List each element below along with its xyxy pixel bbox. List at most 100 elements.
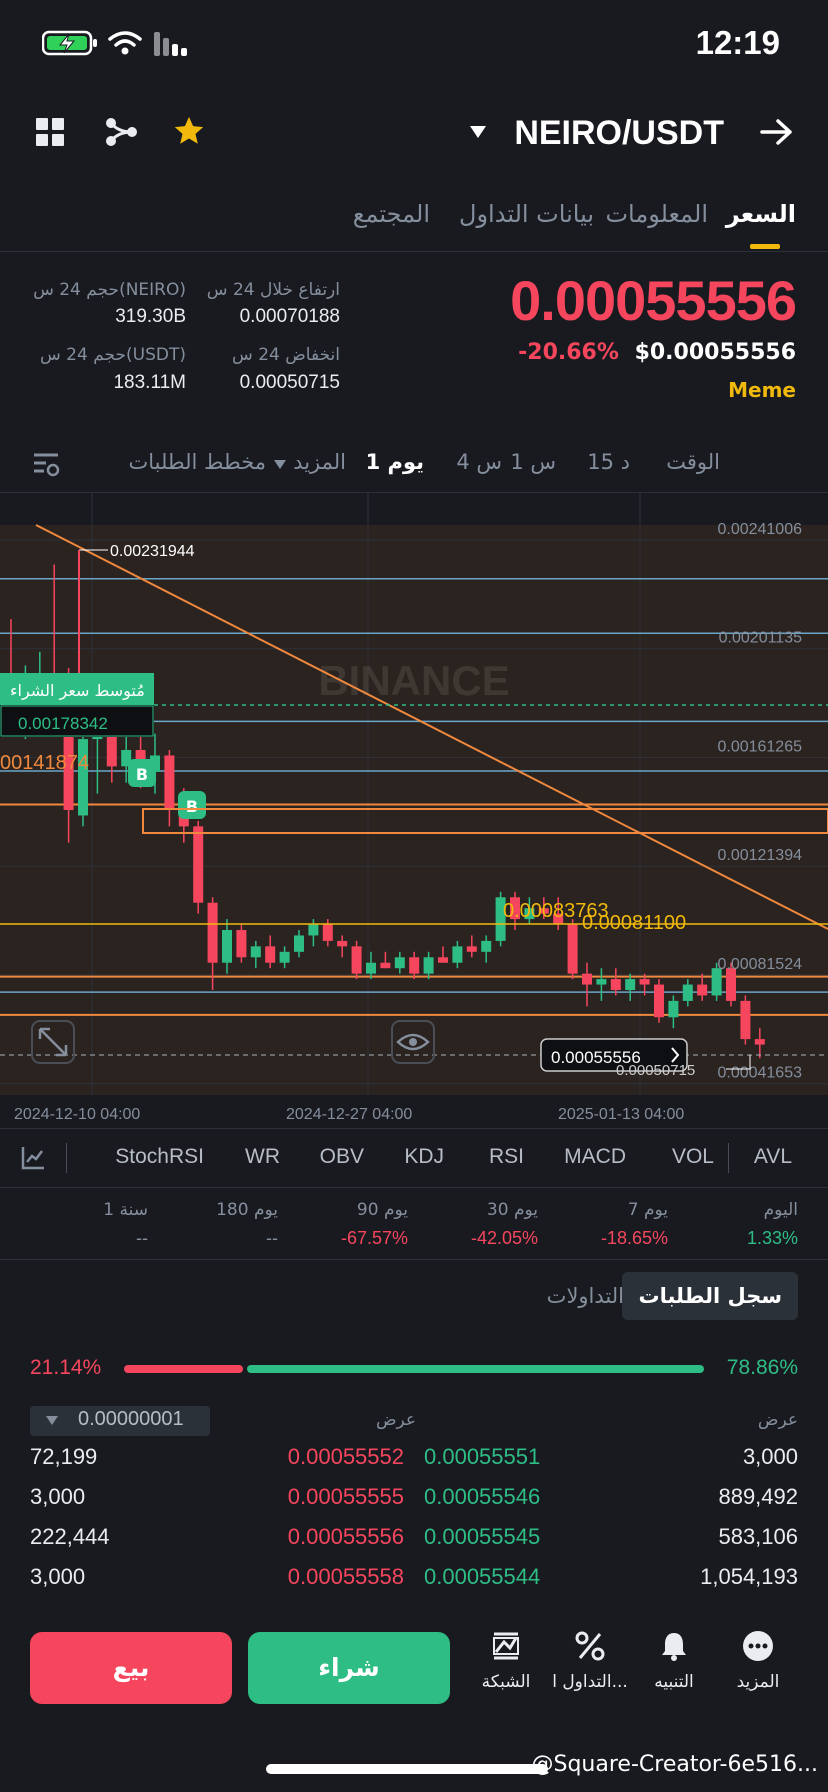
candle-body — [279, 951, 290, 963]
trading-pair[interactable]: NEIRO/USDT — [514, 114, 724, 153]
percent-icon — [575, 1631, 605, 1661]
orderbook-tabs: سجل الطلبات التداولات — [0, 1272, 828, 1328]
alert-button[interactable]: التنبيه — [634, 1630, 714, 1692]
volume-base-value: 319.30B — [115, 306, 186, 327]
x-axis-label: 2024-12-10 04:00 — [14, 1106, 140, 1123]
timeframe-time[interactable]: الوقت — [666, 450, 720, 474]
candle-body — [438, 957, 448, 963]
precision-value: 0.00000001 — [78, 1408, 184, 1430]
timeframe-1h[interactable]: 1 س — [510, 450, 556, 474]
depth-chart-toggle[interactable]: مخطط الطلبات — [128, 450, 266, 474]
candle — [567, 919, 578, 980]
indicator-rsi[interactable]: RSI — [489, 1145, 524, 1169]
share-icon[interactable] — [104, 116, 138, 148]
category-tag[interactable]: Meme — [728, 378, 796, 402]
price-change: -20.66% $0.00055556 — [518, 340, 796, 365]
orderbook-row[interactable]: 3,000 0.00055555 0.00055546 889,492 — [0, 1480, 828, 1520]
pair-dropdown-icon[interactable] — [470, 126, 486, 138]
market-header: NEIRO/USDT — [0, 100, 828, 170]
bid-qty: 583,106 — [718, 1524, 798, 1549]
tab-price[interactable]: السعر — [726, 200, 796, 228]
candle-body — [337, 940, 348, 947]
ask-price: 0.00055556 — [287, 1524, 404, 1549]
low-24h-value: 0.00050715 — [239, 372, 340, 393]
candle-body — [322, 924, 333, 941]
tab-community[interactable]: المجتمع — [353, 200, 430, 228]
perf-value-90d: -67.57% — [340, 1228, 408, 1248]
tab-trading-data[interactable]: بيانات التداول — [459, 200, 594, 228]
candle-body — [351, 946, 362, 974]
more-dots-icon — [743, 1631, 773, 1661]
last-price: 0.00055556 — [510, 269, 797, 332]
candle — [236, 924, 247, 963]
timeframe-more[interactable]: المزيد — [293, 450, 346, 474]
indicator-avl[interactable]: AVL — [754, 1145, 792, 1169]
candle-body — [423, 957, 434, 974]
grid-menu-icon[interactable] — [36, 118, 64, 146]
bid-price: 0.00055544 — [424, 1564, 541, 1589]
timeframe-4h[interactable]: 4 س — [456, 450, 502, 474]
candle-body — [481, 940, 492, 952]
avg-buy-value: 0.00178342 — [18, 714, 108, 733]
y-axis-label: 0.00241006 — [717, 521, 802, 538]
low-marker-label: 0.00050715 — [616, 1062, 695, 1079]
avg-buy-label: مُتوسط سعر الشراء — [10, 681, 145, 701]
indicator-kdj[interactable]: KDJ — [404, 1145, 444, 1169]
chart-settings-icon[interactable] — [32, 452, 60, 478]
candle-body — [654, 984, 664, 1018]
indicator-stochrsi[interactable]: StochRSI — [115, 1145, 204, 1169]
tab-order-book[interactable]: سجل الطلبات — [622, 1272, 798, 1320]
y-axis-label: 0.00121394 — [717, 847, 802, 864]
caret-down-icon — [46, 1416, 58, 1425]
bid-price: 0.00055546 — [424, 1484, 541, 1509]
usd-price: $0.00055556 — [634, 340, 796, 365]
buy-button[interactable]: شراء — [248, 1632, 450, 1704]
cellular-signal-icon — [154, 32, 187, 56]
indicator-wr[interactable]: WR — [245, 1145, 280, 1169]
arrow-right-icon[interactable] — [760, 118, 794, 146]
binance-watermark: BINANCE — [318, 657, 509, 704]
favorite-star-icon[interactable] — [172, 114, 206, 148]
indicator-vol[interactable]: VOL — [672, 1145, 714, 1169]
sell-button[interactable]: بيع — [30, 1632, 232, 1704]
more-button[interactable]: المزيد — [718, 1630, 798, 1692]
status-bar: 12:19 — [0, 0, 828, 90]
orderbook-row[interactable]: 72,199 0.00055552 0.00055551 3,000 — [0, 1440, 828, 1480]
timeframe-15m[interactable]: 15 د — [587, 450, 630, 474]
candle-body — [250, 946, 261, 958]
ask-qty: 3,000 — [30, 1484, 86, 1509]
perf-value-30d: -42.05% — [470, 1228, 538, 1248]
wifi-icon — [108, 31, 142, 55]
timeframe-bar: الوقت 15 د 1 س 4 س 1 يوم المزيد مخطط الط… — [0, 444, 828, 488]
bid-header: عرض — [757, 1410, 798, 1430]
orderbook-row[interactable]: 222,444 0.00055556 0.00055545 583,106 — [0, 1520, 828, 1560]
candle-body — [754, 1039, 765, 1045]
alert-label: التنبيه — [654, 1672, 694, 1692]
candlestick-chart[interactable]: BINANCE 0.00241006 0.00201135 0.00161265 0.… — [0, 493, 828, 1129]
volume-quote-value: 183.11M — [113, 372, 186, 393]
grid-button[interactable]: الشبكة — [466, 1630, 546, 1692]
more-label: المزيد — [736, 1672, 780, 1692]
price-chart[interactable]: BINANCE 0.00241006 0.00201135 0.00161265 0.… — [0, 492, 828, 1128]
candle-body — [466, 946, 477, 952]
candle-body — [582, 973, 592, 985]
indicator-macd[interactable]: MACD — [564, 1145, 626, 1169]
tab-info[interactable]: المعلومات — [605, 200, 708, 228]
indicator-chart-icon[interactable] — [20, 1145, 46, 1171]
indicator-obv[interactable]: OBV — [320, 1145, 364, 1169]
trading-button[interactable]: التداول ا... — [550, 1630, 630, 1692]
tab-trades[interactable]: التداولات — [531, 1272, 640, 1320]
precision-selector[interactable]: 0.00000001 — [30, 1406, 210, 1436]
tab-active-indicator — [750, 244, 780, 249]
perf-value-1y: -- — [136, 1228, 148, 1248]
candle-body — [394, 957, 405, 969]
orderbook-row[interactable]: 3,000 0.00055558 0.00055544 1,054,193 — [0, 1560, 828, 1600]
timeframe-1d[interactable]: 1 يوم — [366, 450, 424, 474]
candle-body — [610, 979, 621, 990]
ask-qty: 222,444 — [30, 1524, 110, 1549]
grid-bot-icon — [493, 1632, 519, 1660]
indicator-bar: AVL VOL MACD RSI KDJ OBV WR StochRSI — [0, 1128, 828, 1188]
candle-body — [308, 924, 319, 936]
left-level-label: 00141874 — [0, 752, 89, 774]
y-axis-label: 0.00161265 — [717, 738, 802, 755]
